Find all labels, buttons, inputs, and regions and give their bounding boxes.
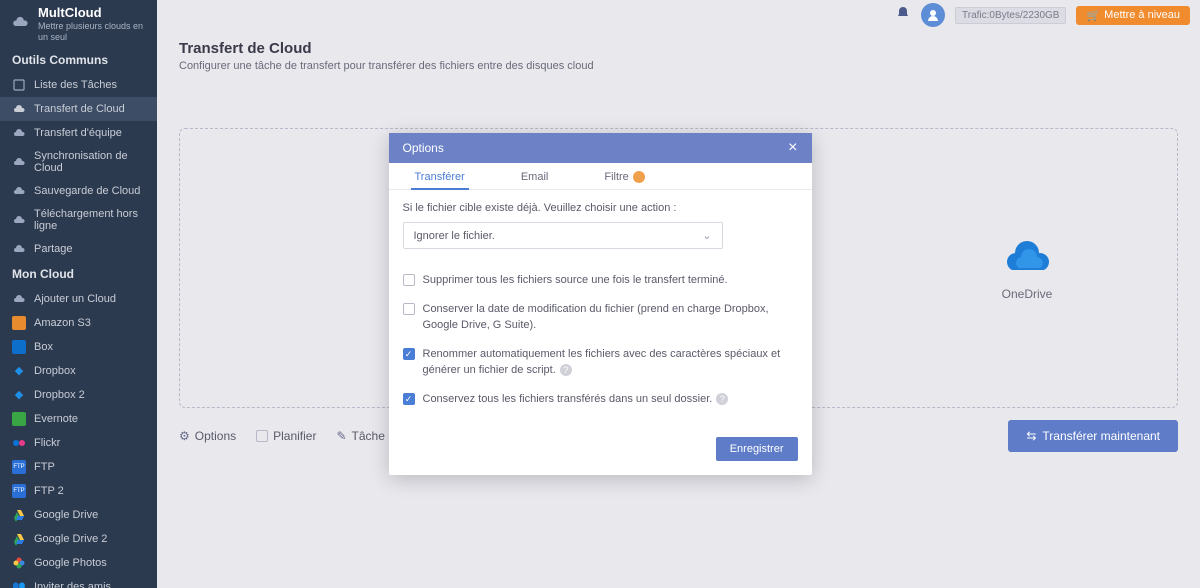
select-value: Ignorer le fichier. xyxy=(414,230,495,242)
tab-transfer-label: Transférer xyxy=(415,171,465,183)
modal-tabs: Transférer Email Filtre xyxy=(389,163,812,190)
modal-body: Si le fichier cible existe déjà. Veuille… xyxy=(389,190,812,429)
checkbox-single-folder[interactable]: ✓ Conservez tous les fichiers transférés… xyxy=(403,392,798,407)
help-icon[interactable]: ? xyxy=(716,393,728,405)
tab-transfer[interactable]: Transférer xyxy=(401,163,479,189)
checkbox-label: Supprimer tous les fichiers source une f… xyxy=(423,273,728,288)
options-modal: Options × Transférer Email Filtre Si le … xyxy=(389,133,812,475)
checkbox-label: Renommer automatiquement les fichiers av… xyxy=(423,347,798,378)
filter-badge-icon xyxy=(633,171,645,183)
close-icon[interactable]: × xyxy=(788,140,797,156)
modal-title: Options xyxy=(403,141,444,155)
modal-footer: Enregistrer xyxy=(389,429,812,475)
chevron-down-icon: ⌄ xyxy=(702,229,711,242)
save-button[interactable]: Enregistrer xyxy=(716,437,798,461)
modal-overlay: Options × Transférer Email Filtre Si le … xyxy=(0,0,1200,588)
checkbox-icon xyxy=(403,303,415,315)
conflict-action-select[interactable]: Ignorer le fichier. ⌄ xyxy=(403,222,723,249)
modal-header: Options × xyxy=(389,133,812,163)
checkbox-label: Conserver la date de modification du fic… xyxy=(423,302,798,333)
checkbox-checked-icon: ✓ xyxy=(403,348,415,360)
checkbox-keep-date[interactable]: Conserver la date de modification du fic… xyxy=(403,302,798,333)
tab-email-label: Email xyxy=(521,171,549,183)
tab-filter-label: Filtre xyxy=(604,171,628,183)
tab-email[interactable]: Email xyxy=(507,163,563,189)
checkbox-icon xyxy=(403,274,415,286)
checkbox-rename[interactable]: ✓ Renommer automatiquement les fichiers … xyxy=(403,347,798,378)
tab-filter[interactable]: Filtre xyxy=(590,163,658,189)
checkbox-label: Conservez tous les fichiers transférés d… xyxy=(423,392,729,407)
conflict-prompt: Si le fichier cible existe déjà. Veuille… xyxy=(403,202,798,214)
help-icon[interactable]: ? xyxy=(560,364,572,376)
checkbox-delete-source[interactable]: Supprimer tous les fichiers source une f… xyxy=(403,273,798,288)
checkbox-checked-icon: ✓ xyxy=(403,393,415,405)
